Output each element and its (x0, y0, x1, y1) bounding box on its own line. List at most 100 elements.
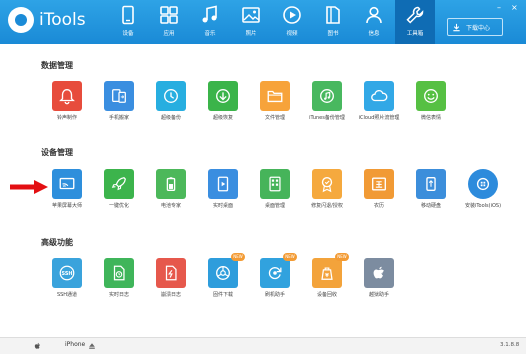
battery-icon (166, 177, 176, 191)
tool-label: iTunes备份管理 (309, 115, 345, 121)
tool-desktop-manager[interactable] (260, 169, 290, 199)
itools-ios-icon (476, 177, 490, 191)
tool-icloud-photo-stream[interactable] (364, 81, 394, 111)
nav-video[interactable]: 视频 (272, 0, 312, 44)
tool-label: 微信表情 (420, 115, 441, 121)
badge-fix-icon (321, 177, 333, 193)
tool-ssh-tunnel[interactable]: SSH (52, 258, 82, 288)
tool-label: 文件管理 (264, 115, 285, 121)
tool-apple-screen-master[interactable] (52, 169, 82, 199)
book-icon (326, 6, 340, 24)
nav-label: 照片 (245, 31, 257, 37)
photo-icon (242, 7, 260, 23)
nav-apps[interactable]: 应用 (149, 0, 189, 44)
tool-mobile-disk[interactable] (416, 169, 446, 199)
tool-label: 崩溃日志 (160, 292, 181, 298)
flash-icon (268, 267, 282, 280)
eject-icon[interactable] (88, 342, 96, 350)
close-button[interactable]: × (511, 4, 518, 12)
desktop-grid-icon (269, 176, 281, 192)
tool-label: 固件下载 (212, 292, 233, 298)
log-icon (113, 265, 125, 281)
download-center-label: 下载中心 (466, 24, 491, 32)
itunes-backup-icon (320, 89, 334, 103)
tool-lunar-calendar[interactable] (364, 169, 394, 199)
crash-log-icon (165, 265, 177, 281)
tool-label: 电池专家 (160, 203, 181, 209)
tool-itunes-backup[interactable] (312, 81, 342, 111)
app-name: iTools (39, 10, 86, 30)
new-badge: NEW (231, 253, 245, 261)
clock-backup-icon (164, 89, 178, 103)
tool-label: iCloud照片流管理 (358, 115, 400, 121)
nav-label: 图书 (327, 31, 339, 37)
tool-label: 铃声制作 (56, 115, 77, 121)
nav-photos[interactable]: 照片 (231, 0, 271, 44)
nav-info[interactable]: 信息 (354, 0, 394, 44)
itools-logo-icon (8, 7, 34, 33)
wrench-icon (406, 6, 424, 24)
tool-install-itools-ios[interactable] (468, 169, 498, 199)
rocket-icon (111, 177, 126, 191)
tool-live-desktop[interactable] (208, 169, 238, 199)
tool-label: 苹果屏幕大师 (51, 203, 82, 209)
tool-firmware-download[interactable] (208, 258, 238, 288)
new-badge: NEW (335, 253, 349, 261)
tool-crash-log[interactable] (156, 258, 186, 288)
phone-transfer-icon (112, 89, 126, 103)
main-nav: 设备 应用 音乐 照片 视频 图书 信息 工具箱 (108, 0, 436, 44)
tool-phone-transfer[interactable] (104, 81, 134, 111)
section-title-advanced-features: 高级功能 (41, 238, 73, 247)
svg-text:SSH: SSH (61, 271, 72, 277)
version-number: 3.1.8.8 (500, 342, 520, 348)
tool-jailbreak-assistant[interactable] (364, 258, 394, 288)
section-title-data-management: 数据管理 (41, 61, 73, 70)
app-logo: iTools (8, 7, 86, 33)
apple-icon (34, 342, 40, 349)
apps-icon (160, 6, 178, 24)
tool-ringtone-maker[interactable] (52, 81, 82, 111)
ssh-icon: SSH (59, 265, 75, 281)
usb-drive-icon (426, 177, 436, 191)
tool-realtime-log[interactable] (104, 258, 134, 288)
tool-battery-expert[interactable] (156, 169, 186, 199)
tool-super-backup[interactable] (156, 81, 186, 111)
top-bar: iTools 设备 应用 音乐 照片 视频 图书 信息 工具箱 下载中心 – × (0, 0, 526, 44)
download-center-button[interactable]: 下载中心 (447, 18, 503, 36)
tool-label: 手机搬家 (108, 115, 129, 121)
tool-label: 修复闪退/授权 (311, 203, 343, 209)
screen-cast-icon (59, 177, 75, 190)
tool-one-click-optimize[interactable] (104, 169, 134, 199)
status-bar: iPhone 3.1.8.8 (0, 337, 526, 354)
restore-icon (216, 89, 230, 103)
video-play-icon (283, 6, 301, 24)
download-icon (453, 23, 460, 31)
nav-label: 视频 (286, 31, 298, 37)
tool-label: 一键优化 (108, 203, 129, 209)
nav-label: 音乐 (204, 31, 216, 37)
nav-device[interactable]: 设备 (108, 0, 148, 44)
device-name[interactable]: iPhone (65, 341, 85, 348)
tool-fix-crash-authorize[interactable] (312, 169, 342, 199)
nav-toolbox[interactable]: 工具箱 (395, 0, 435, 44)
nav-label: 工具箱 (406, 31, 424, 37)
nav-music[interactable]: 音乐 (190, 0, 230, 44)
bell-icon (59, 89, 75, 105)
tool-super-restore[interactable] (208, 81, 238, 111)
tool-label: 刷机助手 (264, 292, 285, 298)
tool-wechat-stickers[interactable] (416, 81, 446, 111)
tool-device-recycle[interactable]: ¥ (312, 258, 342, 288)
tool-label: 实时桌面 (212, 203, 233, 209)
live-desktop-icon (217, 176, 229, 192)
tool-label: SSH通道 (56, 292, 78, 298)
minimize-button[interactable]: – (497, 4, 501, 12)
tool-file-manager[interactable] (260, 81, 290, 111)
tool-flash-assistant[interactable] (260, 258, 290, 288)
tool-label: 实时日志 (108, 292, 129, 298)
tool-label: 桌面管理 (264, 203, 285, 209)
phone-icon (122, 5, 134, 25)
svg-text:¥: ¥ (325, 273, 329, 279)
section-title-device-management: 设备管理 (41, 148, 73, 157)
calendar-icon (372, 177, 386, 191)
nav-books[interactable]: 图书 (313, 0, 353, 44)
